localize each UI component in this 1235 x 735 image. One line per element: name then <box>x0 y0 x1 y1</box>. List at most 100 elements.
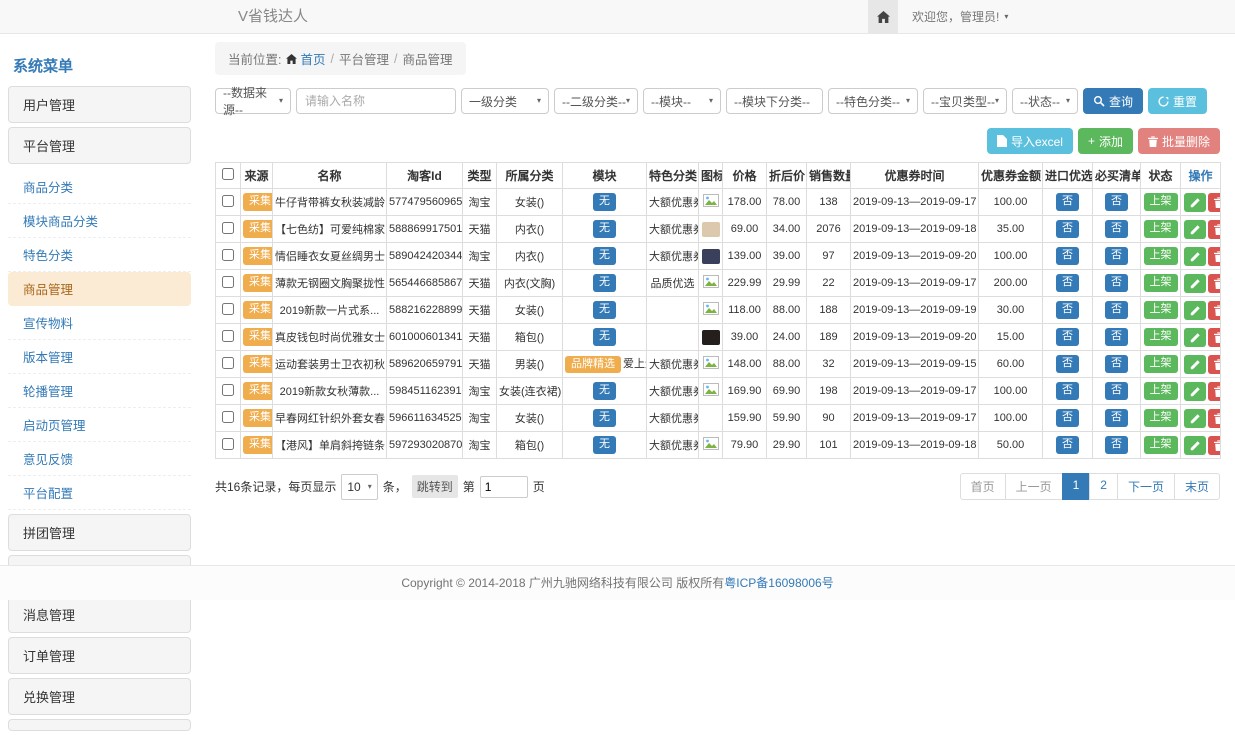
must-buy-badge[interactable]: 否 <box>1105 409 1128 426</box>
row-checkbox[interactable] <box>222 303 234 315</box>
row-checkbox[interactable] <box>222 195 234 207</box>
module-sub-category-select[interactable]: --模块下分类-- <box>726 88 823 114</box>
import-badge[interactable]: 否 <box>1056 247 1079 264</box>
must-buy-badge[interactable]: 否 <box>1105 382 1128 399</box>
import-badge[interactable]: 否 <box>1056 193 1079 210</box>
sidebar-group-item[interactable]: 兑换管理 <box>8 678 191 715</box>
sidebar-group-item[interactable]: 平台管理 <box>8 127 191 164</box>
import-badge[interactable]: 否 <box>1056 436 1079 453</box>
pager-item[interactable]: 2 <box>1089 473 1118 500</box>
must-buy-badge[interactable]: 否 <box>1105 220 1128 237</box>
status-badge[interactable]: 上架 <box>1144 274 1178 291</box>
data-source-select[interactable]: --数据来源-- ▾ <box>215 88 291 114</box>
import-badge[interactable]: 否 <box>1056 355 1079 372</box>
sidebar-sub-item[interactable]: 平台配置 <box>8 476 191 510</box>
edit-button[interactable] <box>1184 247 1206 266</box>
page-number-input[interactable] <box>480 476 528 498</box>
import-badge[interactable]: 否 <box>1056 328 1079 345</box>
sidebar-group-item[interactable]: 用户管理 <box>8 86 191 123</box>
status-badge[interactable]: 上架 <box>1144 355 1178 372</box>
delete-button[interactable] <box>1208 436 1221 455</box>
delete-button[interactable] <box>1208 328 1221 347</box>
level1-category-select[interactable]: 一级分类 ▾ <box>461 88 549 114</box>
edit-button[interactable] <box>1184 409 1206 428</box>
add-button[interactable]: + 添加 <box>1078 128 1133 154</box>
row-checkbox[interactable] <box>222 438 234 450</box>
pager-item[interactable]: 首页 <box>960 473 1006 500</box>
edit-button[interactable] <box>1184 436 1206 455</box>
sidebar-group-item[interactable] <box>8 719 191 731</box>
select-all-checkbox[interactable] <box>222 168 234 180</box>
import-badge[interactable]: 否 <box>1056 409 1079 426</box>
status-badge[interactable]: 上架 <box>1144 409 1178 426</box>
must-buy-badge[interactable]: 否 <box>1105 328 1128 345</box>
breadcrumb-home-link[interactable]: 首页 <box>286 49 325 68</box>
must-buy-badge[interactable]: 否 <box>1105 274 1128 291</box>
pager-item[interactable]: 下一页 <box>1117 473 1175 500</box>
delete-button[interactable] <box>1208 274 1221 293</box>
delete-button[interactable] <box>1208 355 1221 374</box>
sidebar-sub-item[interactable]: 特色分类 <box>8 238 191 272</box>
edit-button[interactable] <box>1184 193 1206 212</box>
row-checkbox[interactable] <box>222 384 234 396</box>
sidebar-group-item[interactable]: 消息管理 <box>8 596 191 633</box>
status-badge[interactable]: 上架 <box>1144 328 1178 345</box>
search-button[interactable]: 查询 <box>1083 88 1143 114</box>
pager-item[interactable]: 末页 <box>1174 473 1220 500</box>
edit-button[interactable] <box>1184 382 1206 401</box>
row-checkbox[interactable] <box>222 330 234 342</box>
sidebar-sub-item[interactable]: 商品管理 <box>8 272 191 306</box>
must-buy-badge[interactable]: 否 <box>1105 355 1128 372</box>
page-size-select[interactable]: 10 ▾ <box>341 474 377 500</box>
level2-category-select[interactable]: --二级分类-- ▾ <box>554 88 638 114</box>
import-badge[interactable]: 否 <box>1056 274 1079 291</box>
row-checkbox[interactable] <box>222 276 234 288</box>
item-type-select[interactable]: --宝贝类型-- ▾ <box>923 88 1007 114</box>
delete-button[interactable] <box>1208 220 1221 239</box>
edit-button[interactable] <box>1184 328 1206 347</box>
status-badge[interactable]: 上架 <box>1144 220 1178 237</box>
icp-link[interactable]: 粤ICP备16098006号 <box>724 576 833 590</box>
must-buy-badge[interactable]: 否 <box>1105 301 1128 318</box>
module-select[interactable]: --模块-- ▾ <box>643 88 721 114</box>
delete-button[interactable] <box>1208 409 1221 428</box>
status-badge[interactable]: 上架 <box>1144 436 1178 453</box>
status-badge[interactable]: 上架 <box>1144 301 1178 318</box>
row-checkbox[interactable] <box>222 222 234 234</box>
jump-button[interactable]: 跳转到 <box>412 475 458 498</box>
must-buy-badge[interactable]: 否 <box>1105 193 1128 210</box>
sidebar-sub-item[interactable]: 模块商品分类 <box>8 204 191 238</box>
import-excel-button[interactable]: 导入excel <box>987 128 1073 154</box>
row-checkbox[interactable] <box>222 411 234 423</box>
sidebar-sub-item[interactable]: 启动页管理 <box>8 408 191 442</box>
batch-delete-button[interactable]: 批量删除 <box>1138 128 1220 154</box>
home-nav-button[interactable] <box>868 0 898 33</box>
sidebar-group-item[interactable]: 拼团管理 <box>8 514 191 551</box>
pager-item[interactable]: 1 <box>1062 473 1091 500</box>
sidebar-sub-item[interactable]: 轮播管理 <box>8 374 191 408</box>
delete-button[interactable] <box>1208 301 1221 320</box>
sidebar-sub-item[interactable]: 宣传物料 <box>8 306 191 340</box>
reset-button[interactable]: 重置 <box>1148 88 1207 114</box>
import-badge[interactable]: 否 <box>1056 220 1079 237</box>
row-checkbox[interactable] <box>222 249 234 261</box>
status-badge[interactable]: 上架 <box>1144 382 1178 399</box>
pager-item[interactable]: 上一页 <box>1005 473 1063 500</box>
name-input[interactable] <box>296 88 456 114</box>
sidebar-sub-item[interactable]: 意见反馈 <box>8 442 191 476</box>
delete-button[interactable] <box>1208 382 1221 401</box>
delete-button[interactable] <box>1208 193 1221 212</box>
sidebar-sub-item[interactable]: 商品分类 <box>8 170 191 204</box>
edit-button[interactable] <box>1184 355 1206 374</box>
status-badge[interactable]: 上架 <box>1144 193 1178 210</box>
must-buy-badge[interactable]: 否 <box>1105 247 1128 264</box>
delete-button[interactable] <box>1208 247 1221 266</box>
import-badge[interactable]: 否 <box>1056 382 1079 399</box>
row-checkbox[interactable] <box>222 357 234 369</box>
sidebar-sub-item[interactable]: 版本管理 <box>8 340 191 374</box>
edit-button[interactable] <box>1184 301 1206 320</box>
status-badge[interactable]: 上架 <box>1144 247 1178 264</box>
sidebar-group-item[interactable]: 订单管理 <box>8 637 191 674</box>
status-select[interactable]: --状态-- ▾ <box>1012 88 1078 114</box>
edit-button[interactable] <box>1184 220 1206 239</box>
